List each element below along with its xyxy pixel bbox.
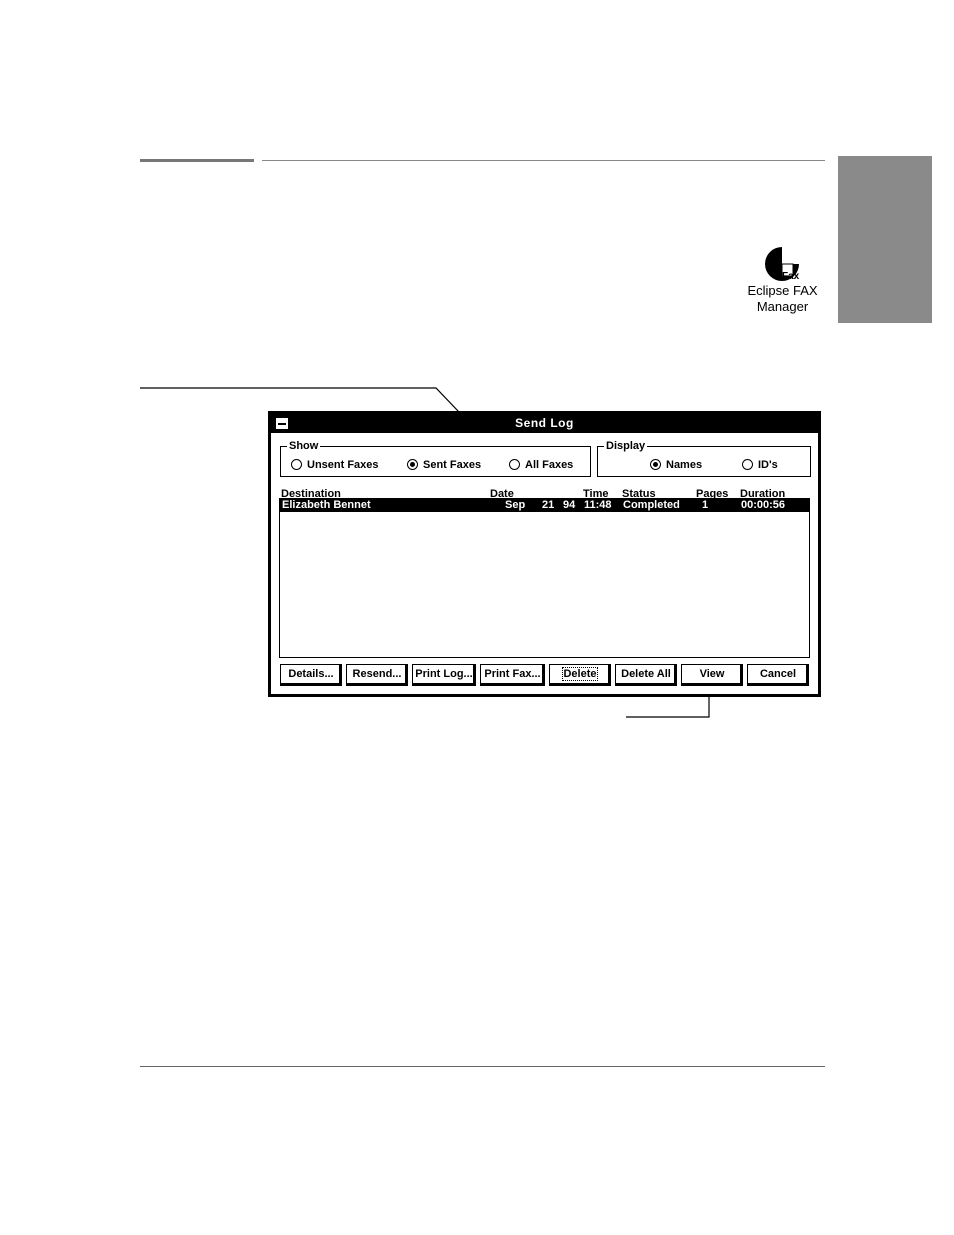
radio-sent-faxes[interactable]: Sent Faxes: [407, 458, 481, 472]
system-menu-icon[interactable]: [275, 417, 289, 430]
cell-status: Completed: [623, 499, 680, 511]
radio-all-label: All Faxes: [525, 459, 574, 471]
radio-unsent-label: Unsent Faxes: [307, 459, 379, 471]
radio-sent-icon: [407, 459, 418, 470]
radio-ids-label: ID's: [758, 459, 778, 471]
radio-ids-icon: [742, 459, 753, 470]
cancel-button[interactable]: Cancel: [747, 664, 809, 686]
cell-date-year: 94: [563, 499, 576, 511]
show-group: Show Unsent Faxes Sent Faxes All Faxes: [280, 439, 591, 477]
cell-date-day: 21: [542, 499, 555, 511]
radio-unsent-faxes[interactable]: Unsent Faxes: [291, 458, 379, 472]
cell-pages: 1: [702, 499, 709, 511]
delete-button[interactable]: Delete: [549, 664, 611, 686]
print-log-button[interactable]: Print Log...: [412, 664, 476, 686]
details-button[interactable]: Details...: [280, 664, 342, 686]
cell-duration: 00:00:56: [741, 499, 786, 511]
radio-names[interactable]: Names: [650, 458, 702, 472]
cell-date-month: Sep: [505, 499, 526, 511]
delete-all-button[interactable]: Delete All: [615, 664, 677, 686]
table-row[interactable]: Elizabeth Bennet Sep 21 94 11:48 Complet…: [280, 499, 809, 512]
radio-names-icon: [650, 459, 661, 470]
radio-ids[interactable]: ID's: [742, 458, 778, 472]
radio-sent-label: Sent Faxes: [423, 459, 482, 471]
window-title: Send Log: [515, 416, 574, 430]
resend-button[interactable]: Resend...: [346, 664, 408, 686]
print-fax-button[interactable]: Print Fax...: [480, 664, 545, 686]
cell-time: 11:48: [584, 499, 612, 511]
display-group-title: Display: [604, 439, 648, 453]
display-group: Display Names ID's: [597, 439, 811, 477]
radio-all-faxes[interactable]: All Faxes: [509, 458, 573, 472]
cell-destination: Elizabeth Bennet: [282, 499, 371, 511]
radio-names-label: Names: [666, 459, 703, 471]
view-button[interactable]: View: [681, 664, 743, 686]
title-bar[interactable]: Send Log: [271, 414, 818, 433]
send-log-list[interactable]: Elizabeth Bennet Sep 21 94 11:48 Complet…: [279, 498, 810, 658]
send-log-window: Send Log Show Unsent Faxes Sent Faxes Al…: [268, 411, 821, 697]
radio-unsent-icon: [291, 459, 302, 470]
show-group-title: Show: [287, 439, 321, 453]
radio-all-icon: [509, 459, 520, 470]
